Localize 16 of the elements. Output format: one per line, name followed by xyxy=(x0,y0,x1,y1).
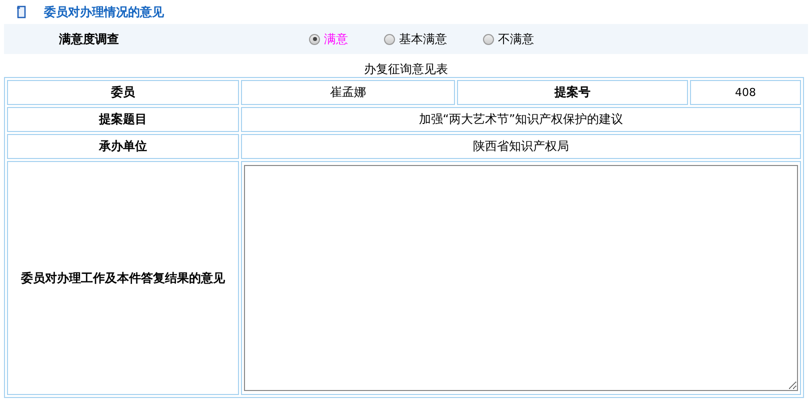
table-cell: 委员对办理工作及本件答复结果的意见 xyxy=(7,161,239,395)
table-cell: 崔孟娜 xyxy=(241,80,455,105)
table-cell: 承办单位 xyxy=(7,134,239,159)
table-cell: 提案题目 xyxy=(7,107,239,132)
opinion-field[interactable] xyxy=(244,165,798,391)
table-cell: 陕西省知识产权局 xyxy=(241,134,801,159)
table-cell: 408 xyxy=(690,80,801,105)
section-title: 委员对办理情况的意见 xyxy=(44,4,164,20)
table-cell: 提案号 xyxy=(457,80,688,105)
survey-label: 满意度调查 xyxy=(59,30,120,48)
radio-option[interactable]: 基本满意 xyxy=(384,30,447,48)
document-icon xyxy=(16,5,28,19)
table-cell: 加强“两大艺术节”知识产权保护的建议 xyxy=(241,107,801,132)
radio-option[interactable]: 不满意 xyxy=(483,30,534,48)
table-cell: 委员 xyxy=(7,80,239,105)
table-caption: 办复征询意见表 xyxy=(363,61,449,77)
